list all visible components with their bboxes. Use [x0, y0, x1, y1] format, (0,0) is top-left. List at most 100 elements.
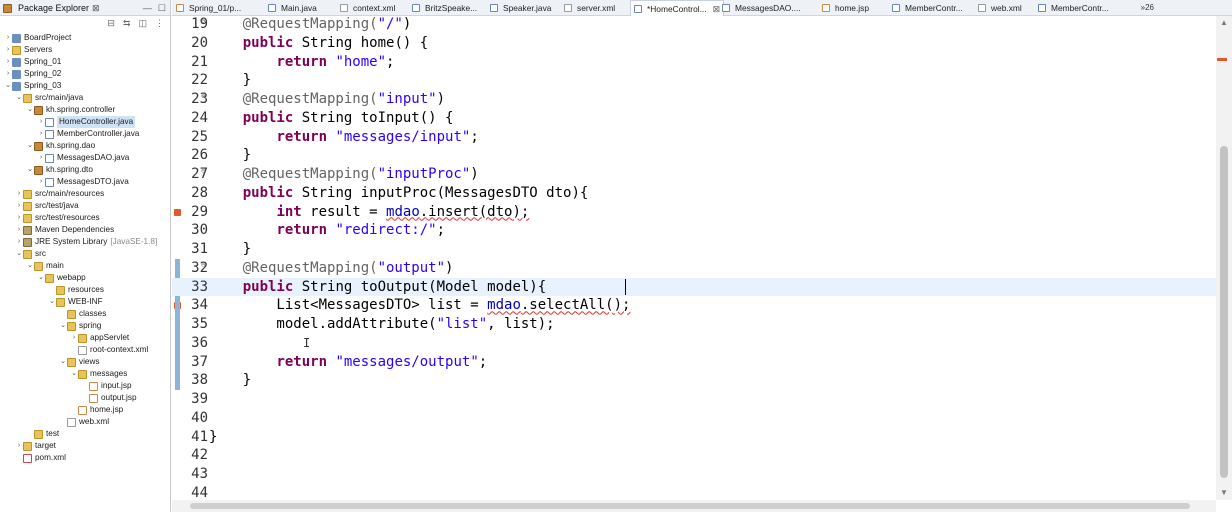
tree-item[interactable]: web.xml [0, 416, 171, 428]
expanded-chevron-icon[interactable]: ⌄ [59, 356, 67, 368]
collapsed-chevron-icon[interactable]: › [37, 152, 45, 164]
editor-tab[interactable]: Speaker.java [490, 1, 551, 15]
scroll-down-arrow-icon[interactable]: ▼ [1216, 486, 1232, 500]
focus-icon[interactable]: ◫ [138, 18, 147, 29]
code-line[interactable]: 34 List<MessagesDTO> list = mdao.selectA… [172, 296, 1217, 315]
tree-item[interactable]: resources [0, 284, 171, 296]
editor-tab[interactable]: server.xml [564, 1, 615, 15]
minimize-icon[interactable]: — [143, 1, 152, 15]
code-line[interactable]: 29 int result = mdao.insert(dto); [172, 203, 1217, 222]
collapsed-chevron-icon[interactable]: › [4, 32, 12, 44]
tree-item[interactable]: › src/test/resources [0, 212, 171, 224]
code-line[interactable]: 21 return "home"; [172, 53, 1217, 72]
tree-item[interactable]: › Spring_01 [0, 56, 171, 68]
tree-item[interactable]: › JRE System Library [JavaSE-1.8] [0, 236, 171, 248]
editor-tab[interactable]: MemberContr... [892, 1, 963, 15]
tree-item[interactable]: › HomeController.java [0, 116, 171, 128]
view-menu-icon[interactable]: ⋮ [155, 18, 164, 29]
tree-item[interactable]: ⌄ views [0, 356, 171, 368]
code-line[interactable]: 20 public String home() { [172, 34, 1217, 53]
collapsed-chevron-icon[interactable]: › [15, 440, 23, 452]
maximize-icon[interactable]: ☐ [158, 1, 166, 15]
expanded-chevron-icon[interactable]: ⌄ [26, 140, 34, 152]
code-line[interactable]: 30 return "redirect:/"; [172, 221, 1217, 240]
tree-item[interactable]: ⌄ kh.spring.controller [0, 104, 171, 116]
code-line[interactable]: 19 ⊖ @RequestMapping("/") [172, 16, 1217, 34]
expanded-chevron-icon[interactable]: ⌄ [48, 296, 56, 308]
code-line[interactable]: 28 public String inputProc(MessagesDTO d… [172, 184, 1217, 203]
tree-item[interactable]: › src/main/resources [0, 188, 171, 200]
tree-item[interactable]: pom.xml [0, 452, 171, 464]
horizontal-scroll-thumb[interactable] [190, 503, 1190, 509]
expanded-chevron-icon[interactable]: ⌄ [26, 260, 34, 272]
code-line[interactable]: 41} [172, 428, 1217, 447]
tree-item[interactable]: ⌄ kh.spring.dao [0, 140, 171, 152]
close-icon[interactable]: ⊠ [92, 1, 100, 15]
editor-tab[interactable]: BritzSpeake... [412, 1, 477, 15]
collapsed-chevron-icon[interactable]: › [37, 116, 45, 128]
tree-item[interactable]: › Spring_02 [0, 68, 171, 80]
tree-item[interactable]: ⌄ WEB-INF [0, 296, 171, 308]
code-line[interactable]: 40 [172, 409, 1217, 428]
fold-toggle-icon[interactable]: ⊖ [201, 162, 205, 181]
tree-item[interactable]: classes [0, 308, 171, 320]
code-line[interactable]: 25 return "messages/input"; [172, 128, 1217, 147]
tree-item[interactable]: home.jsp [0, 404, 171, 416]
expanded-chevron-icon[interactable]: ⌄ [15, 92, 23, 104]
code-line[interactable]: 42 [172, 446, 1217, 465]
code-line[interactable]: 33 public String toOutput(Model model){ [172, 277, 1217, 297]
expanded-chevron-icon[interactable]: ⌄ [70, 368, 78, 380]
collapsed-chevron-icon[interactable]: › [15, 236, 23, 248]
code-editor[interactable]: 19 ⊖ @RequestMapping("/") 20 public String… [172, 16, 1217, 500]
editor-tab[interactable]: MessagesDAO.... [722, 1, 801, 15]
tree-item[interactable]: › MessagesDTO.java [0, 176, 171, 188]
code-line[interactable]: 44 [172, 484, 1217, 500]
collapsed-chevron-icon[interactable]: › [4, 44, 12, 56]
collapsed-chevron-icon[interactable]: › [15, 212, 23, 224]
tree-item[interactable]: ⌄ spring [0, 320, 171, 332]
code-line[interactable]: 22 } [172, 71, 1217, 90]
tree-item[interactable]: ⌄ main [0, 260, 171, 272]
editor-tab[interactable]: *HomeControl... ⊠ [630, 0, 725, 17]
code-line[interactable]: 38 } [172, 371, 1217, 390]
vertical-scrollbar[interactable]: ▲ ▼ [1216, 16, 1232, 500]
code-line[interactable]: 36 [172, 334, 1217, 353]
code-line[interactable]: 37 return "messages/output"; [172, 353, 1217, 372]
link-with-editor-icon[interactable]: ⇆ [123, 18, 131, 29]
tree-item[interactable]: ⌄ messages [0, 368, 171, 380]
collapsed-chevron-icon[interactable]: › [4, 68, 12, 80]
collapsed-chevron-icon[interactable]: › [4, 56, 12, 68]
editor-tab[interactable]: Main.java [268, 1, 317, 15]
collapsed-chevron-icon[interactable]: › [37, 176, 45, 188]
tree-item[interactable]: ⌄ src [0, 248, 171, 260]
fold-toggle-icon[interactable]: ⊖ [201, 16, 205, 31]
tree-item[interactable]: test [0, 428, 171, 440]
tree-item[interactable]: › target [0, 440, 171, 452]
tree-item[interactable]: input.jsp [0, 380, 171, 392]
code-line[interactable]: 32 ⊖ @RequestMapping("output") [172, 259, 1217, 278]
code-line[interactable]: 39 [172, 390, 1217, 409]
collapsed-chevron-icon[interactable]: › [15, 200, 23, 212]
tree-item[interactable]: › appServlet [0, 332, 171, 344]
editor-tab[interactable]: MemberContr... [1038, 1, 1109, 15]
collapsed-chevron-icon[interactable]: › [15, 188, 23, 200]
collapsed-chevron-icon[interactable]: › [70, 332, 78, 344]
vertical-scroll-thumb[interactable] [1220, 146, 1228, 478]
tree-item[interactable]: ⌄ src/main/java [0, 92, 171, 104]
scroll-up-arrow-icon[interactable]: ▲ [1216, 16, 1232, 30]
tree-item[interactable]: ⌄ kh.spring.dto [0, 164, 171, 176]
editor-tab[interactable]: web.xml [978, 1, 1022, 15]
code-line[interactable]: 26 } [172, 146, 1217, 165]
expanded-chevron-icon[interactable]: ⌄ [4, 80, 12, 92]
tree-item[interactable]: output.jsp [0, 392, 171, 404]
tree-item[interactable]: ⌄ webapp [0, 272, 171, 284]
close-icon[interactable]: ⊠ [713, 1, 721, 17]
collapse-all-icon[interactable]: ⊟ [107, 18, 115, 29]
tree-item[interactable]: › BoardProject [0, 32, 171, 44]
editor-tab[interactable]: context.xml [340, 1, 395, 15]
collapsed-chevron-icon[interactable]: › [15, 224, 23, 236]
fold-toggle-icon[interactable]: ⊖ [201, 256, 205, 275]
tree-item[interactable]: › MessagesDAO.java [0, 152, 171, 164]
collapsed-chevron-icon[interactable]: › [37, 128, 45, 140]
package-explorer-tab[interactable]: Package Explorer ⊠ [3, 1, 100, 15]
